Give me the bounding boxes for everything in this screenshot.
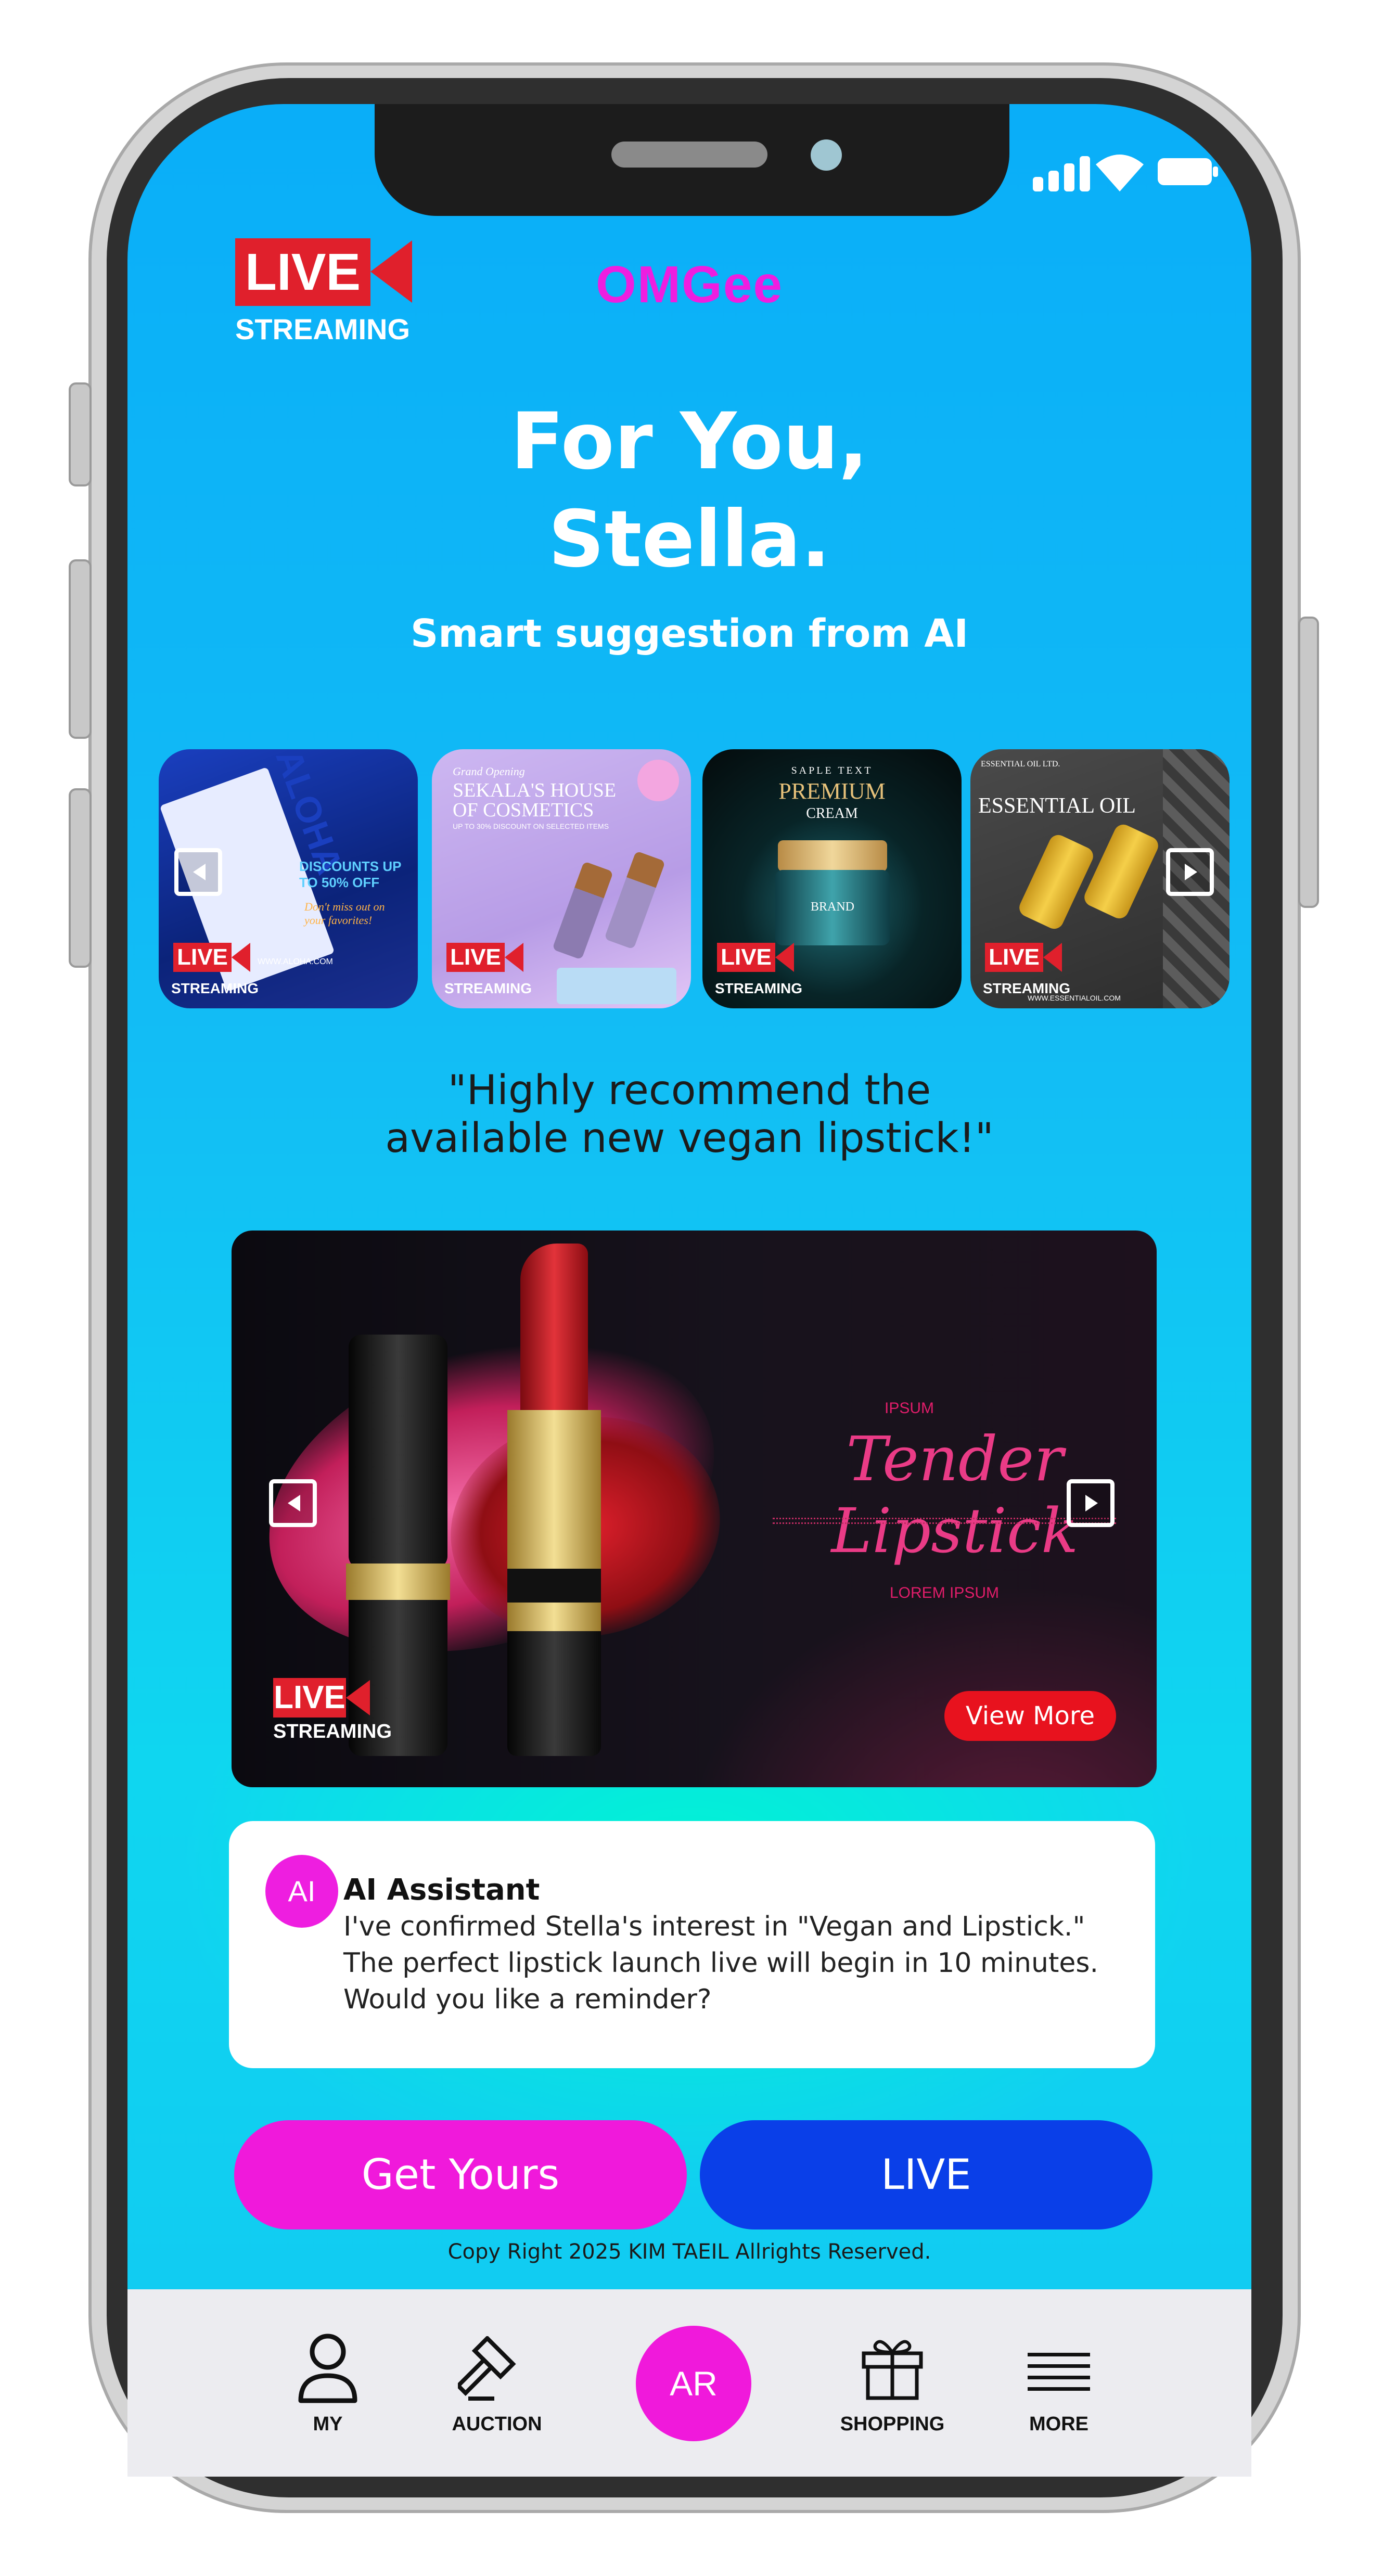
streaming-label: STREAMING — [983, 980, 1070, 996]
speaker — [611, 142, 767, 168]
copyright-text: Copy Right 2025 KIM TAEIL Allrights Rese… — [447, 2240, 931, 2264]
volume-up-button — [69, 559, 92, 739]
jar-lid — [778, 840, 887, 872]
power-button — [1298, 617, 1319, 908]
lipstick-gold-band-2 — [507, 1603, 601, 1634]
live-badge: LIVE — [717, 943, 775, 972]
get-yours-button[interactable]: Get Yours — [234, 2120, 687, 2229]
lipstick-bullet — [520, 1244, 588, 1415]
thumb-headline: ESSENTIAL OIL — [978, 794, 1136, 818]
mute-switch — [69, 382, 92, 486]
previous-button[interactable] — [174, 848, 222, 896]
banner-streaming-label: STREAMING — [273, 1721, 392, 1742]
live-badge: LIVE — [446, 943, 505, 972]
view-more-button[interactable]: View More — [944, 1691, 1116, 1741]
quote-line-1: "Highly recommend the — [447, 1067, 931, 1114]
streaming-label: STREAMING — [715, 980, 802, 996]
play-left-icon — [288, 1495, 300, 1511]
ai-assistant-message: I've confirmed Stella's interest in "Veg… — [343, 1908, 1124, 2018]
jar-label: BRAND — [810, 900, 854, 914]
next-button[interactable] — [1166, 848, 1214, 896]
tab-label-auction: AUCTION — [452, 2413, 542, 2435]
battery-icon — [1158, 158, 1218, 185]
live-badge: LIVE — [173, 943, 232, 972]
thumbnail-premium-cream[interactable]: SAPLE TEXT PREMIUM CREAM BRAND LIVE STRE… — [702, 749, 962, 1008]
brand-logo[interactable]: OMGee — [572, 255, 806, 315]
ai-message-line-1: I've confirmed Stella's interest in "Veg… — [343, 1911, 1085, 1942]
play-right-icon — [1085, 1495, 1098, 1511]
live-logo-text: LIVE — [245, 243, 361, 301]
thumbnail-sekala[interactable]: Grand Opening SEKALA'S HOUSE OF COSMETIC… — [432, 749, 691, 1008]
thumb-tagline: CREAM — [806, 805, 858, 822]
ai-message-line-3: Would you like a reminder? — [343, 1984, 712, 2015]
banner-previous-button[interactable] — [269, 1479, 317, 1527]
tab-label-shopping: SHOPPING — [840, 2413, 945, 2435]
live-badge: LIVE — [985, 943, 1043, 972]
thumbnail-aloha[interactable]: ALOHA DISCOUNTS UP TO 50% OFF Don't miss… — [159, 749, 418, 1008]
thumb-url: WWW.ALOHA.COM — [258, 957, 333, 966]
menu-icon — [1028, 2353, 1090, 2391]
user-icon — [298, 2334, 357, 2403]
banner-bottom-label: LOREM IPSUM — [890, 1584, 1000, 1601]
signal-icon — [1033, 155, 1095, 191]
live-button[interactable]: LIVE — [700, 2120, 1152, 2229]
camera-icon — [346, 1680, 370, 1715]
ar-button[interactable]: AR — [636, 2326, 751, 2441]
thumb-top: ESSENTIAL OIL LTD. — [981, 760, 1060, 768]
title-line-2: Stella. — [548, 494, 831, 585]
lipstick-gold-sleeve — [507, 1410, 601, 1571]
page-title: For You, Stella. — [127, 393, 1251, 588]
banner-top-label: IPSUM — [885, 1400, 934, 1417]
title-line-1: For You, — [510, 396, 868, 487]
lipstick-base-2 — [507, 1631, 601, 1756]
play-right-icon — [1185, 864, 1197, 880]
bottle-2 — [604, 851, 665, 950]
camera-icon — [232, 943, 250, 972]
recommendation-quote: "Highly recommend the available new vega… — [127, 1067, 1251, 1162]
thumb-top: SAPLE TEXT — [791, 765, 873, 776]
streaming-label: STREAMING — [444, 980, 532, 996]
quote-line-2: available new vegan lipstick!" — [385, 1115, 994, 1162]
thumb-tagline: Don't miss out on your favorites! — [304, 900, 385, 927]
tab-label-my: MY — [313, 2413, 343, 2435]
streaming-label: STREAMING — [171, 980, 259, 996]
ai-assistant-name: AI Assistant — [343, 1873, 540, 1907]
ai-avatar: AI — [265, 1855, 338, 1928]
bottle-1 — [552, 861, 613, 960]
oil-bottle-2 — [1081, 821, 1161, 922]
lipstick-cap — [349, 1335, 447, 1569]
banner-fine-print — [773, 1518, 1116, 1524]
oil-bottle-1 — [1016, 831, 1096, 932]
volume-down-button — [69, 788, 92, 968]
camera-icon — [775, 943, 794, 972]
page-subtitle: Smart suggestion from AI — [410, 611, 969, 656]
thumb-top: Grand Opening — [453, 765, 525, 778]
lipstick-ring — [507, 1569, 601, 1605]
thumb-tagline: UP TO 30% DISCOUNT ON SELECTED ITEMS — [453, 822, 609, 830]
thumb-headline: DISCOUNTS UP TO 50% OFF — [299, 858, 401, 890]
thumb-headline: PREMIUM — [778, 778, 886, 804]
thumb-headline: SEKALA'S HOUSE OF COSMETICS — [453, 779, 617, 821]
gavel-icon — [458, 2336, 516, 2401]
thumbnail-essential-oil[interactable]: ESSENTIAL OIL LTD. ESSENTIAL OIL WWW.ESS… — [970, 749, 1230, 1008]
ai-message-line-2: The perfect lipstick launch live will be… — [343, 1947, 1098, 1979]
banner-live-badge: LIVE — [273, 1678, 346, 1718]
flower-decoration — [637, 760, 679, 801]
camera-icon — [370, 240, 412, 303]
podium — [557, 968, 676, 1004]
camera-icon — [505, 943, 523, 972]
camera-icon — [1043, 943, 1062, 972]
banner-next-button[interactable] — [1067, 1479, 1115, 1527]
lipstick-gold-band — [346, 1563, 450, 1600]
play-left-icon — [193, 864, 206, 880]
tab-label-more: MORE — [1029, 2413, 1089, 2435]
front-camera — [811, 139, 842, 171]
live-logo-subtext: STREAMING — [235, 313, 410, 345]
wifi-icon — [1096, 155, 1144, 191]
gift-icon — [862, 2340, 923, 2400]
